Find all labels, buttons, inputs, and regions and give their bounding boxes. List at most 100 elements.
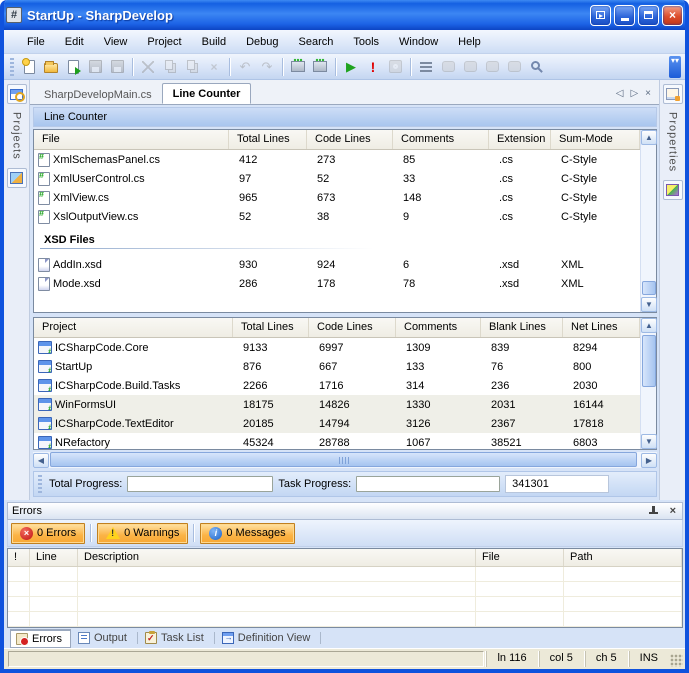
close-button[interactable]: × <box>662 5 683 26</box>
menu-file[interactable]: File <box>18 33 54 51</box>
table-row[interactable]: XmlView.cs 965 673 148 .cs C-Style <box>34 188 640 207</box>
resize-grip[interactable] <box>670 654 683 667</box>
debug-stop-button[interactable]: ! <box>364 58 382 76</box>
scroll-right-button[interactable]: ▶ <box>641 453 657 468</box>
column-header[interactable]: Line <box>30 549 78 566</box>
column-header[interactable]: Description <box>78 549 476 566</box>
scrollbar-thumb[interactable] <box>642 335 656 387</box>
tab-task-list[interactable]: Task List <box>140 630 212 646</box>
title-bar[interactable]: # StartUp - SharpDevelop × <box>0 0 689 30</box>
projects-pad-label[interactable]: Projects <box>11 108 23 164</box>
column-header[interactable]: Comments <box>396 318 481 337</box>
cut-button[interactable] <box>139 58 157 76</box>
scroll-down-button[interactable]: ▼ <box>641 297 657 312</box>
column-header[interactable]: File <box>476 549 564 566</box>
column-header[interactable]: Sum-Mode <box>551 130 640 149</box>
column-header[interactable]: Project <box>34 318 233 337</box>
comment-region-button[interactable] <box>461 58 479 76</box>
table-row[interactable]: NRefactory 45324 28788 1067 38521 6803 <box>34 433 640 452</box>
scroll-up-button[interactable]: ▲ <box>641 130 657 145</box>
build-button[interactable] <box>289 58 307 76</box>
messages-filter-button[interactable]: i 0 Messages <box>200 523 294 544</box>
horizontal-scrollbar[interactable]: ◀ ▶ <box>33 452 657 468</box>
toolbar-overflow-button[interactable]: ▾▾ <box>669 56 681 78</box>
scroll-down-button[interactable]: ▼ <box>641 434 657 449</box>
menu-edit[interactable]: Edit <box>56 33 93 51</box>
tools-pad-button[interactable] <box>663 180 683 200</box>
properties-pad-button[interactable] <box>663 84 683 104</box>
table-row[interactable]: StartUp 876 667 133 76 800 <box>34 357 640 376</box>
column-header[interactable]: Code Lines <box>309 318 396 337</box>
errors-panel-caption[interactable]: Errors × <box>7 502 683 520</box>
errors-filter-button[interactable]: × 0 Errors <box>11 523 85 544</box>
column-header[interactable]: Net Lines <box>563 318 640 337</box>
popout-button[interactable] <box>590 5 611 26</box>
column-header[interactable]: Comments <box>393 130 489 149</box>
column-header[interactable]: Blank Lines <box>481 318 563 337</box>
tab-sharpdevelopmain[interactable]: SharpDevelopMain.cs <box>34 85 162 104</box>
record-button[interactable] <box>386 58 404 76</box>
run-button[interactable]: ▶ <box>342 58 360 76</box>
column-header[interactable]: File <box>34 130 229 149</box>
classes-pad-button[interactable] <box>7 168 27 188</box>
table-row[interactable]: Mode.xsd 286 178 78 .xsd XML <box>34 274 640 293</box>
warnings-filter-button[interactable]: 0 Warnings <box>97 523 188 544</box>
menu-help[interactable]: Help <box>449 33 490 51</box>
save-all-button[interactable] <box>108 58 126 76</box>
find-references-button[interactable] <box>505 58 523 76</box>
build-all-button[interactable] <box>311 58 329 76</box>
save-as-button[interactable] <box>64 58 82 76</box>
vertical-scrollbar[interactable]: ▲ ▼ <box>640 130 656 312</box>
table-row[interactable]: ICSharpCode.Core 9133 6997 1309 839 8294 <box>34 338 640 357</box>
tab-line-counter[interactable]: Line Counter <box>162 83 252 104</box>
tab-scroll-left-button[interactable]: ◁ <box>616 88 624 99</box>
copy-button[interactable] <box>161 58 179 76</box>
delete-button[interactable]: × <box>205 58 223 76</box>
properties-pad-label[interactable]: Properties <box>667 108 679 176</box>
column-header[interactable]: Extension <box>489 130 551 149</box>
list-button[interactable] <box>417 58 435 76</box>
undo-button[interactable]: ↶ <box>236 58 254 76</box>
column-header[interactable]: Path <box>564 549 682 566</box>
menu-search[interactable]: Search <box>290 33 343 51</box>
tab-definition-view[interactable]: Definition View <box>217 630 319 646</box>
menu-window[interactable]: Window <box>390 33 447 51</box>
column-header[interactable]: Code Lines <box>307 130 393 149</box>
menu-debug[interactable]: Debug <box>237 33 287 51</box>
errors-panel-close-button[interactable]: × <box>668 505 678 517</box>
redo-button[interactable]: ↷ <box>258 58 276 76</box>
open-file-button[interactable] <box>42 58 60 76</box>
table-row[interactable]: XmlUserControl.cs 97 52 33 .cs C-Style <box>34 169 640 188</box>
table-row[interactable]: AddIn.xsd 930 924 6 .xsd XML <box>34 255 640 274</box>
toolbar-grip[interactable] <box>10 58 14 76</box>
table-row[interactable]: XmlSchemasPanel.cs 412 273 85 .cs C-Styl… <box>34 150 640 169</box>
menu-project[interactable]: Project <box>138 33 190 51</box>
minimize-button[interactable] <box>614 5 635 26</box>
menu-view[interactable]: View <box>95 33 137 51</box>
scroll-up-button[interactable]: ▲ <box>641 318 657 333</box>
pin-icon[interactable] <box>649 506 658 517</box>
shape-button[interactable] <box>439 58 457 76</box>
scrollbar-thumb[interactable] <box>50 452 637 467</box>
maximize-button[interactable] <box>638 5 659 26</box>
save-button[interactable] <box>86 58 104 76</box>
paste-button[interactable] <box>183 58 201 76</box>
table-row[interactable]: XslOutputView.cs 52 38 9 .cs C-Style <box>34 207 640 226</box>
table-row[interactable]: ICSharpCode.TextEditor 20185 14794 3126 … <box>34 414 640 433</box>
vertical-scrollbar[interactable]: ▲ ▼ <box>640 318 656 449</box>
tab-scroll-right-button[interactable]: ▷ <box>630 88 638 99</box>
menu-tools[interactable]: Tools <box>344 33 388 51</box>
column-header[interactable]: Total Lines <box>233 318 309 337</box>
progress-strip-grip[interactable] <box>38 475 42 493</box>
projects-pad-button[interactable] <box>7 84 27 104</box>
tab-errors[interactable]: Errors <box>10 629 71 648</box>
search-button[interactable] <box>527 58 545 76</box>
column-header[interactable]: ! <box>8 549 30 566</box>
column-header[interactable]: Total Lines <box>229 130 307 149</box>
table-row[interactable]: ICSharpCode.Build.Tasks 2266 1716 314 23… <box>34 376 640 395</box>
scrollbar-thumb[interactable] <box>642 281 656 295</box>
tab-output[interactable]: Output <box>73 630 135 646</box>
table-row[interactable]: WinFormsUI 18175 14826 1330 2031 16144 <box>34 395 640 414</box>
scroll-left-button[interactable]: ◀ <box>33 453 49 468</box>
tab-close-button[interactable]: × <box>645 88 651 99</box>
